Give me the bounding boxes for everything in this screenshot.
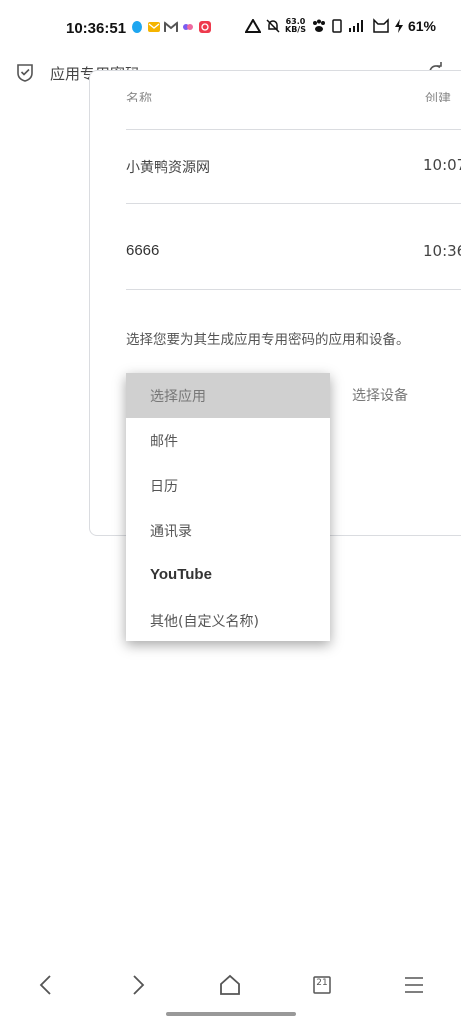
back-icon[interactable] xyxy=(31,970,61,1000)
status-time: 10:36:51 xyxy=(66,20,127,37)
battery-level: 61% xyxy=(407,18,437,34)
forward-icon[interactable] xyxy=(123,970,153,1000)
mail-icon xyxy=(148,22,160,32)
alert-icon xyxy=(245,19,261,33)
gmail-icon xyxy=(164,20,178,32)
tabs-button[interactable]: 21 xyxy=(307,970,337,1000)
column-header-created: 创建日 xyxy=(425,92,452,102)
password-time: 10:36 xyxy=(423,242,461,260)
menu-item-mail[interactable]: 邮件 xyxy=(126,418,330,463)
menu-item-label: 其他(自定义名称) xyxy=(150,614,259,630)
menu-item-label: 通讯录 xyxy=(150,524,192,540)
select-device-dropdown[interactable]: 选择设备 xyxy=(352,385,408,405)
menu-item-youtube[interactable]: YouTube xyxy=(126,553,330,598)
bell-off-icon xyxy=(266,19,280,33)
sim-icon xyxy=(332,19,342,33)
menu-item-calendar[interactable]: 日历 xyxy=(126,463,330,508)
paw-icon xyxy=(312,19,325,32)
browser-nav-bar: 21 xyxy=(0,960,461,1010)
status-right: 63.0 KB/S 61% xyxy=(245,18,436,34)
notification-icons xyxy=(130,20,212,34)
video-icon xyxy=(199,21,211,33)
row-divider xyxy=(126,203,461,204)
menu-icon[interactable] xyxy=(399,970,429,1000)
home-icon[interactable] xyxy=(215,970,245,1000)
menu-item-contacts[interactable]: 通讯录 xyxy=(126,508,330,553)
signal-5g-icon xyxy=(348,20,363,32)
cat-icon xyxy=(373,18,389,33)
menu-item-label: YouTube xyxy=(150,566,212,583)
password-name: 小黄鸭资源网 xyxy=(126,160,210,176)
menu-item-label: 选择应用 xyxy=(150,389,206,405)
password-name: 6666 xyxy=(126,242,160,259)
menu-item-label: 日历 xyxy=(150,479,178,495)
qq-icon xyxy=(132,21,142,33)
photos-icon xyxy=(183,24,193,30)
menu-item-other[interactable]: 其他(自定义名称) xyxy=(126,598,330,643)
instruction-text: 选择您要为其生成应用专用密码的应用和设备。 xyxy=(126,332,410,348)
home-indicator[interactable] xyxy=(166,1012,296,1016)
net-speed-unit: KB/S xyxy=(285,25,306,34)
row-divider xyxy=(126,289,461,290)
status-bar: 10:36:51 63.0 KB/S 61% xyxy=(0,0,461,58)
charging-icon xyxy=(394,19,403,33)
net-speed: 63.0 KB/S xyxy=(285,18,306,34)
shield-check-icon[interactable] xyxy=(14,61,36,83)
tab-count: 21 xyxy=(316,978,328,988)
menu-item-select-app[interactable]: 选择应用 xyxy=(126,373,330,418)
password-time: 10:07 xyxy=(423,156,461,174)
menu-item-label: 邮件 xyxy=(150,434,178,450)
row-divider xyxy=(126,129,461,130)
select-app-menu: 选择应用 邮件 日历 通讯录 YouTube 其他(自定义名称) xyxy=(126,373,330,641)
column-header-name: 名称 xyxy=(126,92,153,102)
